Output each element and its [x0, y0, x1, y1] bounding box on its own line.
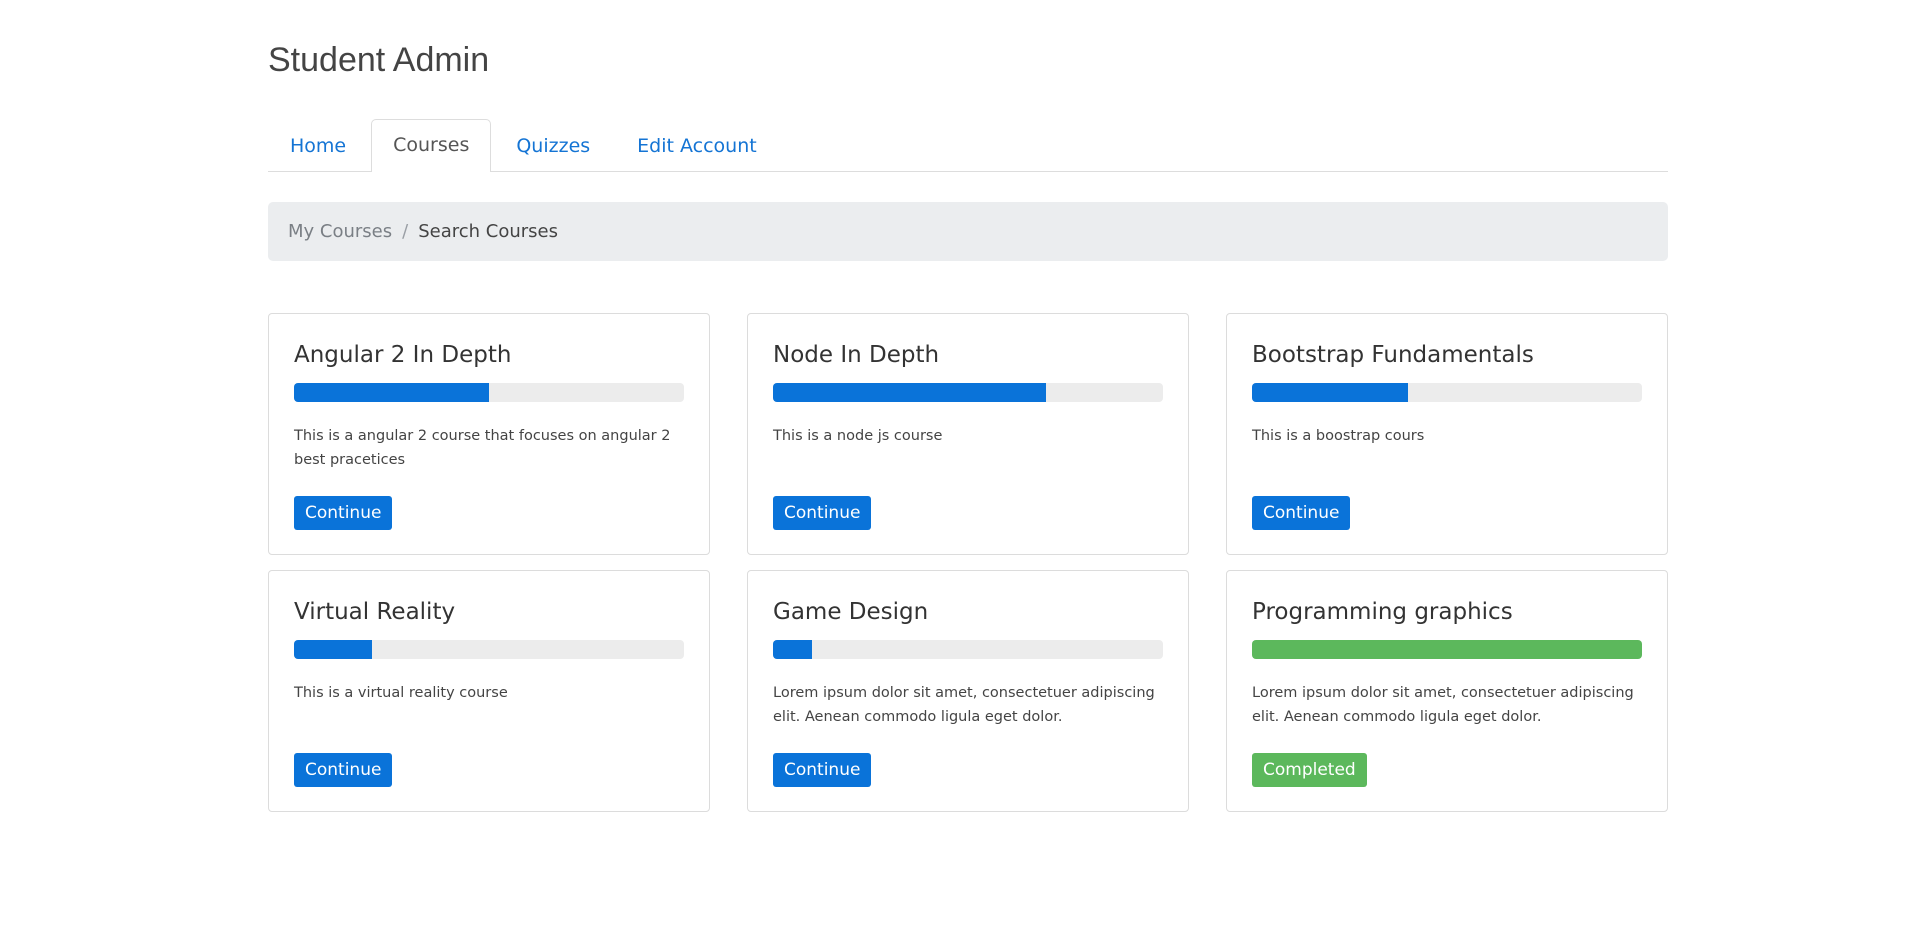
continue-button[interactable]: Continue	[773, 753, 872, 787]
course-description: Lorem ipsum dolor sit amet, consectetuer…	[773, 685, 1155, 725]
page-title: Student Admin	[268, 41, 490, 79]
course-progress	[294, 383, 684, 402]
completed-button[interactable]: Completed	[1252, 753, 1367, 787]
continue-button[interactable]: Continue	[294, 496, 393, 530]
course-progress-fill	[773, 640, 812, 659]
course-description: This is a boostrap cours	[1252, 428, 1425, 444]
breadcrumb-separator: /	[402, 221, 409, 242]
nav-tabs: Home Courses Quizzes Edit Account	[268, 119, 1668, 172]
course-progress-fill	[773, 383, 1046, 402]
tab-courses[interactable]: Courses	[371, 119, 492, 172]
course-title: Node In Depth	[773, 342, 940, 368]
course-progress	[294, 640, 684, 659]
continue-button[interactable]: Continue	[294, 753, 393, 787]
course-card: Virtual Reality This is a virtual realit…	[268, 570, 710, 812]
course-title: Angular 2 In Depth	[294, 342, 512, 368]
course-progress-fill	[1252, 383, 1408, 402]
continue-button[interactable]: Continue	[1252, 496, 1351, 530]
course-title: Bootstrap Fundamentals	[1252, 342, 1534, 368]
course-progress	[1252, 383, 1642, 402]
tab-quizzes[interactable]: Quizzes	[494, 120, 612, 171]
course-progress	[773, 640, 1163, 659]
course-grid: Angular 2 In Depth This is a angular 2 c…	[268, 313, 1668, 812]
course-card: Angular 2 In Depth This is a angular 2 c…	[268, 313, 710, 555]
course-card: Game Design Lorem ipsum dolor sit amet, …	[747, 570, 1189, 812]
course-card: Bootstrap Fundamentals This is a boostra…	[1226, 313, 1668, 555]
continue-button[interactable]: Continue	[773, 496, 872, 530]
course-description: This is a angular 2 course that focuses …	[294, 428, 671, 468]
tab-edit-account[interactable]: Edit Account	[615, 120, 779, 171]
course-title: Game Design	[773, 599, 929, 625]
course-progress-fill	[294, 640, 372, 659]
course-title: Virtual Reality	[294, 599, 456, 625]
course-progress	[1252, 640, 1642, 659]
tab-home[interactable]: Home	[268, 120, 368, 171]
course-card: Programming graphics Lorem ipsum dolor s…	[1226, 570, 1668, 812]
breadcrumb-current: Search Courses	[418, 221, 558, 242]
course-card: Node In Depth This is a node js course C…	[747, 313, 1189, 555]
course-progress-fill	[294, 383, 489, 402]
course-progress-fill	[1252, 640, 1642, 659]
breadcrumb: My Courses / Search Courses	[268, 202, 1668, 261]
course-title: Programming graphics	[1252, 599, 1513, 625]
course-description: Lorem ipsum dolor sit amet, consectetuer…	[1252, 685, 1634, 725]
course-description: This is a virtual reality course	[294, 685, 508, 701]
breadcrumb-my-courses[interactable]: My Courses	[288, 221, 392, 242]
course-description: This is a node js course	[773, 428, 943, 444]
course-progress	[773, 383, 1163, 402]
